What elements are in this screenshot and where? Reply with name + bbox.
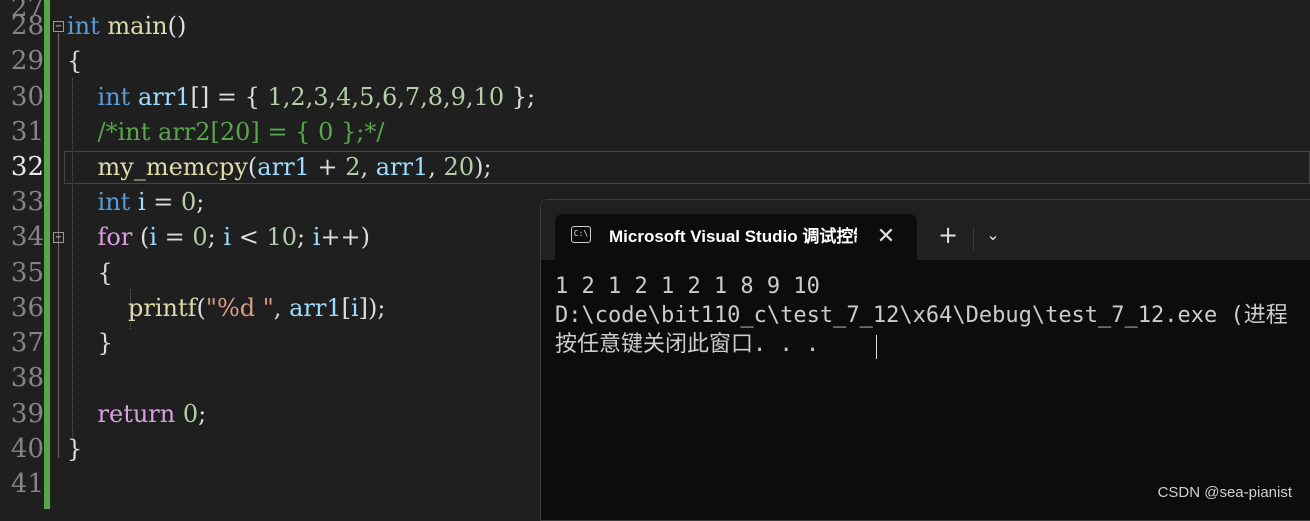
terminal-tab[interactable]: C:\ Microsoft Visual Studio 调试控制台 ✕	[555, 214, 917, 260]
punctuation: ,	[428, 153, 444, 181]
collapse-main-icon[interactable]: −	[53, 21, 64, 32]
line-number: 40	[10, 434, 44, 464]
function-name: my_memcpy	[97, 153, 248, 181]
line-number: 33	[10, 187, 44, 217]
line-number: 34	[10, 222, 44, 252]
change-indicator-bar	[44, 0, 50, 509]
punctuation: ;	[207, 223, 224, 251]
line-number: 41	[10, 469, 44, 499]
text-cursor	[876, 335, 877, 359]
punctuation: ()	[167, 12, 187, 40]
console-output-line: D:\code\bit110_c\test_7_12\x64\Debug\tes…	[555, 303, 1288, 328]
code-line-37[interactable]: }	[67, 326, 113, 361]
function-name: main	[107, 12, 168, 40]
number-literal: 2	[345, 153, 361, 181]
line-number: 37	[10, 328, 44, 358]
variable: arr1	[289, 294, 342, 322]
code-line-32[interactable]: my_memcpy(arr1 + 2, arr1, 20);	[67, 150, 492, 185]
punctuation: ]);	[358, 294, 386, 322]
debug-console-window[interactable]: C:\ Microsoft Visual Studio 调试控制台 ✕ + ⌄ …	[540, 199, 1310, 521]
string-literal: "	[255, 294, 274, 322]
line-number: 38	[10, 363, 44, 393]
number-literal: 10	[266, 223, 297, 251]
brace: {	[67, 47, 83, 75]
control-keyword: for	[97, 223, 133, 251]
code-line-29[interactable]: {	[67, 44, 82, 79]
punctuation: ,	[273, 294, 290, 322]
variable: i	[149, 223, 158, 251]
keyword: int	[97, 83, 131, 111]
line-number: 36	[10, 293, 44, 323]
code-line-36[interactable]: printf("%d ", arr1[i]);	[67, 291, 385, 326]
code-line-30[interactable]: int arr1[] = { 1,2,3,4,5,6,7,8,9,10 };	[67, 80, 536, 115]
number-literal: 0	[182, 400, 199, 428]
close-tab-icon[interactable]: ✕	[871, 222, 901, 252]
punctuation: [] = {	[190, 83, 268, 111]
keyword: int	[67, 12, 100, 40]
number-literal: 1,2,3,4,5,6,7,8,9,10	[267, 83, 505, 111]
line-number-current: 32	[10, 152, 44, 182]
variable: i	[137, 188, 146, 216]
console-output-line: 1 2 1 2 1 2 1 8 9 10	[555, 274, 820, 299]
control-keyword: return	[97, 400, 176, 428]
operator: <	[231, 223, 267, 251]
collapse-for-icon[interactable]: −	[53, 232, 64, 243]
variable: i	[223, 223, 232, 251]
code-line-35[interactable]: {	[67, 256, 113, 291]
punctuation: (	[132, 223, 150, 251]
punctuation: (	[196, 294, 206, 322]
line-number: 29	[10, 46, 44, 76]
punctuation: ;	[196, 188, 205, 216]
operator: =	[157, 223, 193, 251]
string-literal: "	[205, 294, 217, 322]
code-line-40[interactable]: }	[67, 432, 82, 467]
console-icon: C:\	[571, 226, 591, 243]
punctuation: ,	[360, 153, 376, 181]
brace: {	[97, 259, 113, 287]
keyword: int	[97, 188, 131, 216]
line-number: 35	[10, 258, 44, 288]
line-number: 39	[10, 399, 44, 429]
punctuation: [	[341, 294, 351, 322]
punctuation: ;	[297, 223, 313, 251]
tab-title: Microsoft Visual Studio 调试控制台	[609, 227, 857, 246]
line-number: 31	[10, 117, 44, 147]
punctuation: ;	[198, 400, 207, 428]
terminal-tab-bar: C:\ Microsoft Visual Studio 调试控制台 ✕ + ⌄	[541, 200, 1310, 260]
punctuation: (	[247, 153, 258, 181]
new-tab-icon[interactable]: +	[933, 220, 963, 250]
code-line-31[interactable]: /*int arr2[20] = { 0 };*/	[67, 115, 385, 150]
fold-range-line	[58, 33, 59, 458]
variable: arr1	[137, 83, 191, 111]
function-name: printf	[128, 294, 197, 322]
line-number-gutter: 27 28 29 30 31 32 33 34 35 36 37 38 39 4…	[0, 0, 44, 509]
number-literal: 0	[181, 188, 197, 216]
comment: /*int arr2[20] = { 0 };*/	[97, 118, 385, 146]
code-line-33[interactable]: int i = 0;	[67, 185, 205, 220]
punctuation: };	[504, 83, 536, 111]
console-output-line: 按任意键关闭此窗口. . .	[555, 332, 820, 357]
brace: }	[67, 435, 83, 463]
code-line-34[interactable]: for (i = 0; i < 10; i++)	[67, 220, 370, 255]
variable: i	[350, 294, 359, 322]
number-literal: 0	[192, 223, 208, 251]
line-number: 28	[10, 11, 44, 41]
number-literal: 20	[443, 153, 475, 181]
chevron-down-icon[interactable]: ⌄	[978, 220, 1008, 250]
operator: ++)	[320, 223, 370, 251]
operator: +	[309, 153, 346, 181]
operator: =	[145, 188, 181, 216]
variable: arr1	[375, 153, 429, 181]
tab-separator	[973, 226, 974, 250]
code-line-39[interactable]: return 0;	[67, 397, 207, 432]
code-line-28[interactable]: int main()	[67, 9, 186, 44]
brace: }	[97, 329, 113, 357]
variable: arr1	[257, 153, 310, 181]
format-specifier: %d	[216, 294, 256, 322]
punctuation: );	[474, 153, 492, 181]
line-number: 30	[10, 82, 44, 112]
watermark: CSDN @sea-pianist	[1157, 484, 1292, 501]
